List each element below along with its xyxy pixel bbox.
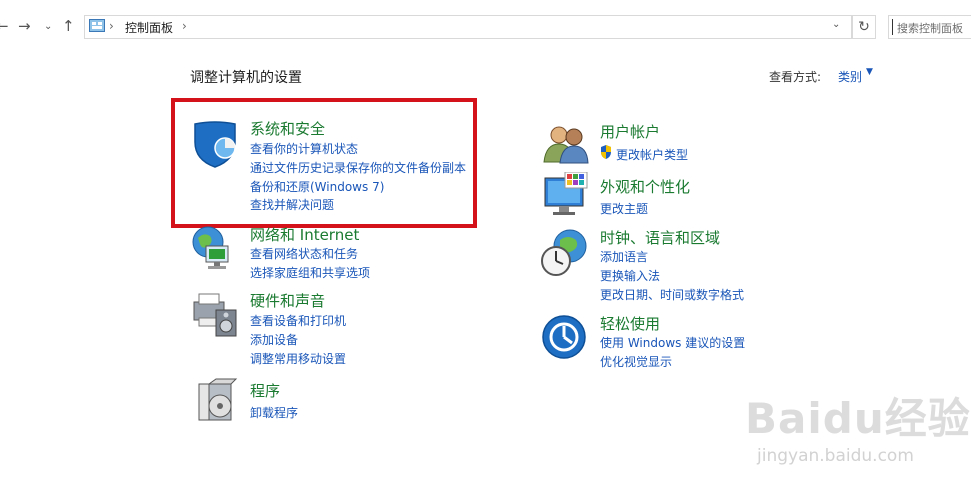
printer-speaker-icon	[193, 293, 237, 337]
link-add-language[interactable]: 添加语言	[600, 248, 648, 265]
search-input[interactable]: 搜索控制面板	[888, 15, 971, 39]
category-network-internet[interactable]: 网络和 Internet	[250, 224, 359, 245]
link-add-device[interactable]: 添加设备	[250, 331, 298, 348]
breadcrumb-separator[interactable]: ›	[182, 19, 187, 33]
watermark-url: jingyan.baidu.com	[757, 446, 914, 466]
link-change-account-type[interactable]: 更改帐户类型	[616, 146, 688, 163]
category-appearance-personalization[interactable]: 外观和个性化	[600, 176, 690, 197]
clock-globe-icon	[541, 229, 587, 276]
link-uninstall-program[interactable]: 卸载程序	[250, 404, 298, 421]
link-homegroup-sharing[interactable]: 选择家庭组和共享选项	[250, 264, 370, 281]
category-clock-language-region[interactable]: 时钟、语言和区域	[600, 227, 720, 248]
category-hardware-sound[interactable]: 硬件和声音	[250, 290, 325, 311]
baidu-watermark: Baidu经验 jingyan.baidu.com	[745, 385, 971, 466]
view-by-dropdown-arrow-icon[interactable]: ▼	[866, 67, 873, 77]
category-programs[interactable]: 程序	[250, 380, 280, 401]
category-user-accounts[interactable]: 用户帐户	[600, 121, 660, 142]
link-change-input-method[interactable]: 更换输入法	[600, 267, 660, 284]
programs-disc-icon	[198, 378, 238, 421]
view-by-dropdown[interactable]: 类别	[838, 68, 862, 85]
refresh-icon[interactable]: ↻	[852, 15, 876, 39]
link-recommended-settings[interactable]: 使用 Windows 建议的设置	[600, 334, 745, 351]
link-network-status[interactable]: 查看网络状态和任务	[250, 245, 358, 262]
link-change-date-time-format[interactable]: 更改日期、时间或数字格式	[600, 286, 744, 303]
back-arrow-icon[interactable]: ←	[0, 17, 9, 35]
link-devices-printers[interactable]: 查看设备和打印机	[250, 312, 346, 329]
appearance-monitor-icon	[544, 172, 588, 215]
user-accounts-icon	[543, 126, 589, 164]
control-panel-icon	[89, 19, 105, 32]
up-arrow-icon[interactable]: ↑	[62, 17, 75, 35]
address-dropdown-icon[interactable]: ⌄	[832, 19, 840, 30]
link-change-theme[interactable]: 更改主题	[600, 200, 648, 217]
title-bar-strip	[0, 0, 971, 6]
forward-arrow-icon[interactable]: →	[18, 17, 31, 35]
address-bar[interactable]: › 控制面板 ›	[84, 15, 852, 39]
link-mobility-settings[interactable]: 调整常用移动设置	[250, 350, 346, 367]
network-globe-icon	[192, 226, 229, 269]
text-cursor	[892, 19, 893, 35]
link-optimize-visual-display[interactable]: 优化视觉显示	[600, 353, 672, 370]
page-title: 调整计算机的设置	[190, 70, 302, 86]
search-placeholder: 搜索控制面板	[897, 22, 963, 35]
watermark-brand: Baidu经验	[745, 394, 971, 443]
breadcrumb-control-panel[interactable]: 控制面板	[125, 19, 173, 36]
ease-of-access-icon	[542, 315, 586, 359]
breadcrumb-separator[interactable]: ›	[109, 19, 114, 33]
recent-locations-chevron-icon[interactable]: ⌄	[44, 21, 52, 32]
uac-shield-icon	[601, 145, 611, 159]
view-by-label: 查看方式:	[769, 70, 822, 84]
category-ease-of-access[interactable]: 轻松使用	[600, 313, 660, 334]
highlight-box	[171, 98, 477, 228]
